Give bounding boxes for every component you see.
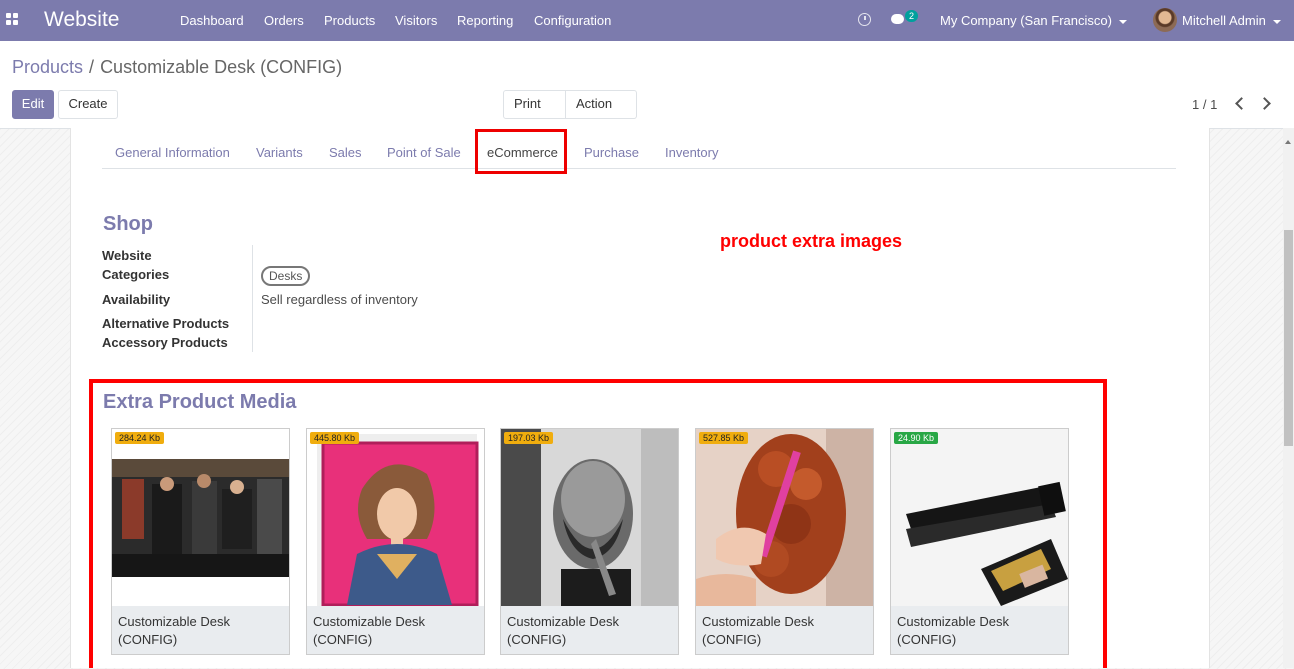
media-caption-line1: Customizable Desk [507,614,619,629]
availability-label: Availability [102,292,171,307]
availability-value[interactable]: Sell regardless of inventory [261,292,418,307]
media-card[interactable]: 527.85 Kb Customizable Desk (CONFIG) [695,428,874,655]
media-caption-line1: Customizable Desk [702,614,814,629]
file-size-badge: 284.24 Kb [115,432,165,444]
edit-button[interactable]: Edit [12,90,54,119]
previous-record-icon[interactable] [1235,97,1248,110]
company-name: My Company (San Francisco) [940,13,1112,28]
media-caption: Customizable Desk (CONFIG) [696,606,873,654]
pager-value[interactable]: 1 / 1 [1192,97,1217,112]
breadcrumb-separator: / [89,57,95,77]
media-caption-line1: Customizable Desk [897,614,1009,629]
chevron-down-icon [1272,19,1281,24]
scrollbar[interactable] [1283,128,1294,668]
file-size-badge: 24.90 Kb [894,432,939,444]
hair-straightener-image [891,429,1068,606]
media-caption: Customizable Desk (CONFIG) [891,606,1068,654]
create-button[interactable]: Create [58,90,118,119]
breadcrumb-products-link[interactable]: Products [12,57,83,77]
media-caption: Customizable Desk (CONFIG) [112,606,289,654]
page-title: Customizable Desk (CONFIG) [100,57,343,77]
print-label: Print [514,96,541,111]
media-card[interactable]: 445.80 Kb Customizable Desk (CONFIG) [306,428,485,655]
notebook-tabs: General Information Variants Sales Point… [102,128,1176,169]
breadcrumb: Products / Customizable Desk (CONFIG) [12,57,342,78]
next-record-icon[interactable] [1258,97,1271,110]
media-caption-line1: Customizable Desk [313,614,425,629]
hair-styling-image [696,429,873,606]
media-caption-line2: (CONFIG) [118,632,178,647]
chat-count-badge: 2 [905,10,918,22]
bearded-man-image [501,429,678,606]
user-menu[interactable]: Mitchell Admin [1182,13,1281,28]
tab-sales[interactable]: Sales [329,145,362,160]
accessory-products-label: Accessory Products [102,335,228,350]
scroll-up-icon[interactable] [1285,140,1291,144]
tab-variants[interactable]: Variants [256,145,303,160]
media-caption-line2: (CONFIG) [897,632,957,647]
alternative-products-label: Alternative Products [102,316,230,331]
menu-reporting[interactable]: Reporting [457,13,513,28]
menu-dashboard[interactable]: Dashboard [180,13,244,28]
file-size-badge: 527.85 Kb [699,432,749,444]
apps-menu-icon[interactable] [6,13,20,27]
activity-clock-icon[interactable] [858,13,871,26]
menu-visitors[interactable]: Visitors [395,13,437,28]
highlight-box-ecommerce-tab [475,129,567,174]
app-title: Website [44,8,120,31]
category-tag[interactable]: Desks [261,266,311,286]
company-switcher[interactable]: My Company (San Francisco) [940,13,1127,28]
scrollbar-thumb[interactable] [1284,230,1293,446]
media-caption-line2: (CONFIG) [313,632,373,647]
menu-orders[interactable]: Orders [264,13,304,28]
media-caption: Customizable Desk (CONFIG) [501,606,678,654]
chat-icon [891,14,904,24]
menu-configuration[interactable]: Configuration [534,13,611,28]
tab-purchase[interactable]: Purchase [584,145,639,160]
woman-portrait-image [307,429,484,606]
tab-inventory[interactable]: Inventory [665,145,718,160]
tab-point-of-sale[interactable]: Point of Sale [387,145,461,160]
avatar[interactable] [1153,8,1177,32]
annotation-label: product extra images [720,231,903,251]
media-caption: Customizable Desk (CONFIG) [307,606,484,654]
chevron-down-icon [1118,19,1127,24]
extra-media-title: Extra Product Media [103,391,297,413]
file-size-badge: 197.03 Kb [504,432,554,444]
media-caption-line2: (CONFIG) [507,632,567,647]
user-name: Mitchell Admin [1182,13,1266,28]
print-dropdown[interactable]: Print [503,90,566,133]
media-caption-line2: (CONFIG) [702,632,762,647]
media-caption-line1: Customizable Desk [118,614,230,629]
top-navbar: Website Dashboard Orders Products Visito… [0,0,1294,41]
categories-label: Categories [102,267,170,282]
action-label: Action [576,96,613,111]
media-card[interactable]: 284.24 Kb Customizable Desk (CONFIG) [111,428,290,655]
field-divider [252,245,253,352]
media-card[interactable]: 24.90 Kb Customizable Desk (CONFIG) [890,428,1069,655]
action-dropdown[interactable]: Action [565,90,637,133]
website-label: Website [102,248,152,263]
file-size-badge: 445.80 Kb [310,432,360,444]
media-card[interactable]: 197.03 Kb Customizable Desk (CONFIG) [500,428,679,655]
tab-general-information[interactable]: General Information [115,145,230,160]
barbershop-image [112,429,289,606]
menu-products[interactable]: Products [324,13,375,28]
shop-section-title: Shop [103,213,153,235]
